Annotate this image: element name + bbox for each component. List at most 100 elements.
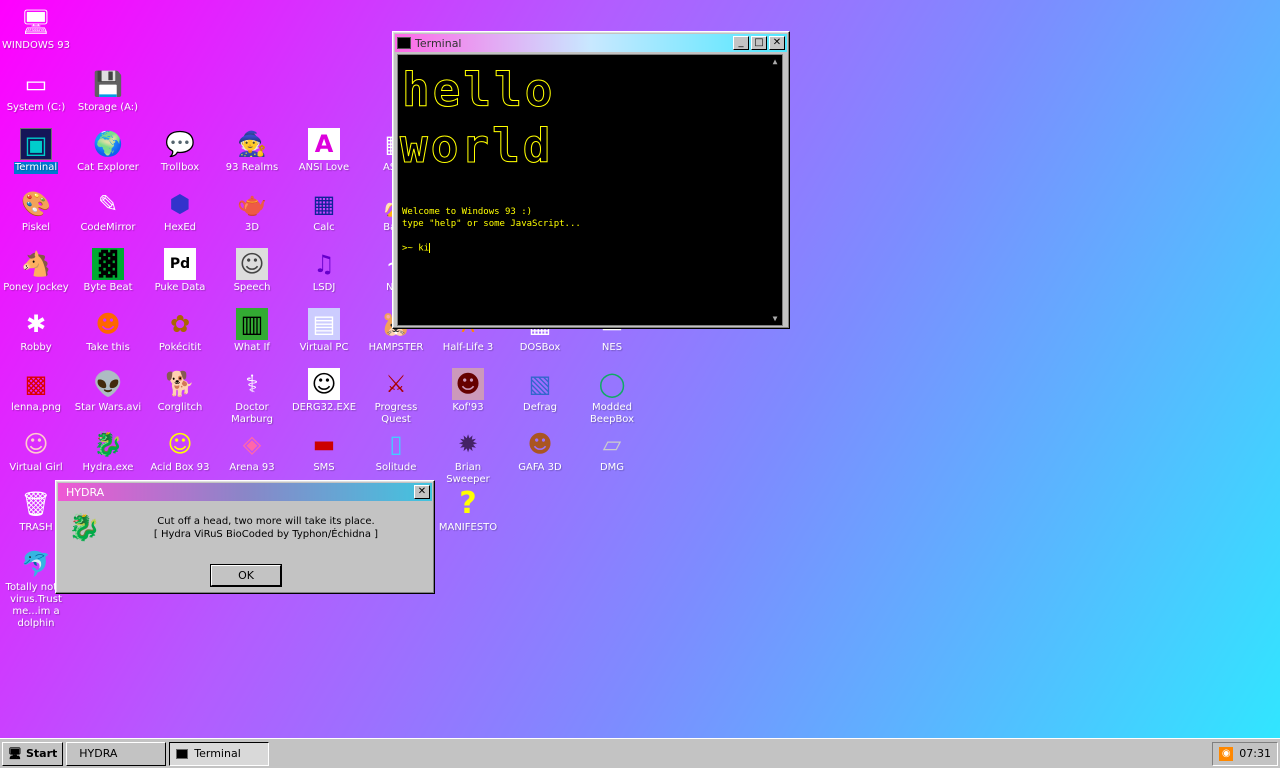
desktop-icon-acid-box[interactable]: ☺ Acid Box 93 (144, 422, 216, 482)
desktop-icon-progress-quest[interactable]: ⚔ Progress Quest (360, 362, 432, 425)
hydra-message-line1: Cut off a head, two more will take its p… (157, 516, 375, 527)
desktop-icon-hydra[interactable]: 🐉 Hydra.exe (72, 422, 144, 482)
desktop-icon-cat-explorer[interactable]: 🌍 Cat Explorer (72, 122, 144, 182)
desktop-icon-manifesto[interactable]: ? MANIFESTO (432, 482, 504, 542)
scroll-up-arrow-icon[interactable]: ▲ (768, 57, 782, 66)
desktop-icon-calc[interactable]: ▦ Calc (288, 182, 360, 242)
desktop-icon-puke-data[interactable]: Pd Puke Data (144, 242, 216, 302)
face-icon: ☺ (23, 430, 49, 458)
desktop-icon-poney-jockey[interactable]: 🐴 Poney Jockey (0, 242, 72, 302)
close-button[interactable]: ✕ (769, 36, 785, 50)
close-button[interactable]: ✕ (414, 485, 430, 499)
scroll-down-arrow-icon[interactable]: ▼ (768, 314, 782, 323)
clock: 07:31 (1239, 747, 1271, 760)
start-button[interactable]: 🖥 Start (2, 741, 64, 766)
desktop-icon-what-if[interactable]: ▥ What If (216, 302, 288, 362)
soldier-face-icon: ☻ (527, 430, 553, 458)
ok-button[interactable]: OK (211, 565, 281, 586)
desktop-icon-dmg[interactable]: ▱ DMG (576, 422, 648, 482)
desktop-icon-windows93[interactable]: 🖥 WINDOWS 93 (0, 0, 72, 60)
desktop-icon-solitude[interactable]: ▯ Solitude (360, 422, 432, 482)
desktop-icon-piskel[interactable]: 🎨 Piskel (0, 182, 72, 242)
windows93-logo-icon: 🖥 (8, 747, 22, 760)
hexagon-icon: ⬢ (169, 190, 191, 218)
desktop-icon-codemirror[interactable]: ✎ CodeMirror (72, 182, 144, 242)
taskbar-item-hydra[interactable]: HYDRA (66, 741, 167, 766)
terminal-scrollbar[interactable]: ▲ ▼ (768, 55, 782, 325)
smiley-icon: ☺ (167, 430, 193, 458)
calculator-icon: ▦ (312, 190, 336, 218)
mine-icon: ✹ (457, 430, 479, 458)
letter-a-icon: A (308, 128, 340, 160)
terminal-window[interactable]: Terminal _ □ ✕ hello world Welcome to Wi… (392, 31, 790, 329)
quill-icon: ✎ (97, 190, 119, 218)
dolphin-icon: 🐬 (21, 550, 51, 578)
terminal-app-icon (176, 748, 189, 759)
desktop-icon-virtual-girl[interactable]: ☺ Virtual Girl (0, 422, 72, 482)
desktop-icon-gafa3d[interactable]: ☻ GAFA 3D (504, 422, 576, 482)
desktop-icon-pokecitit[interactable]: ✿ Pokécitit (144, 302, 216, 362)
desktop-icon-trollbox[interactable]: 💬 Trollbox (144, 122, 216, 182)
defrag-icon: ▧ (528, 370, 552, 398)
disk-image-icon: ▱ (602, 430, 622, 458)
pony-icon: 🐴 (21, 250, 51, 278)
minimize-button[interactable]: _ (733, 36, 749, 50)
desktop-icon-lsdj[interactable]: ♫ LSDJ (288, 242, 360, 302)
window-icon: ▤ (308, 308, 340, 340)
hydra-dialog[interactable]: HYDRA ✕ 🐉 Cut off a head, two more will … (55, 480, 435, 594)
desktop-icon-star-wars[interactable]: 👽 Star Wars.avi (72, 362, 144, 422)
desktop-icon-ansi-love[interactable]: A ANSI Love (288, 122, 360, 182)
globe-icon: 🌍 (93, 130, 123, 158)
desktop-icon-system-c[interactable]: ▭ System (C:) (0, 62, 72, 122)
chat-bubble-icon: 💬 (165, 130, 195, 158)
taskbar: 🖥 Start HYDRA Terminal ◉ 07:31 (0, 738, 1280, 768)
terminal-prompt-line[interactable]: >~ ki (402, 243, 431, 254)
desktop-icon-storage-a[interactable]: 💾 Storage (A:) (72, 62, 144, 122)
dragon-icon: 🐉 (68, 513, 101, 543)
waveform-icon: ▓ (92, 248, 124, 280)
desktop-icon-derg32[interactable]: ☺ DERG32.EXE (288, 362, 360, 422)
computer-icon: 🖥 (20, 8, 52, 36)
terminal-titlebar[interactable]: Terminal _ □ ✕ (395, 34, 787, 52)
system-tray: ◉ 07:31 (1212, 741, 1278, 766)
grid-icon: ▥ (236, 308, 268, 340)
rss-icon[interactable]: ◉ (1219, 746, 1234, 761)
desktop-icon-take-this[interactable]: ☻ Take this (72, 302, 144, 362)
desktop-icon-brian-sweeper[interactable]: ✹ Brian Sweeper (432, 422, 504, 485)
desktop-icon-byte-beat[interactable]: ▓ Byte Beat (72, 242, 144, 302)
terminal-icon: ▣ (20, 128, 52, 160)
maximize-button[interactable]: □ (751, 36, 767, 50)
terminal-title: Terminal (415, 36, 462, 50)
hydra-title: HYDRA (66, 485, 105, 499)
desktop-icon-virtual-pc[interactable]: ▤ Virtual PC (288, 302, 360, 362)
hydra-message: Cut off a head, two more will take its p… (116, 515, 416, 541)
desktop-icon-corglitch[interactable]: 🐕 Corglitch (144, 362, 216, 422)
desktop-icon-defrag[interactable]: ▧ Defrag (504, 362, 576, 422)
taskbar-item-label: HYDRA (79, 747, 118, 760)
wizard-icon: 🧙 (237, 130, 267, 158)
alien-icon: 👽 (93, 370, 123, 398)
desktop-icon-93-realms[interactable]: 🧙 93 Realms (216, 122, 288, 182)
desktop-icon-arena93[interactable]: ◈Arena 93 multiplayer (216, 422, 288, 482)
desktop-icon-speech[interactable]: ☺ Speech (216, 242, 288, 302)
desktop-icon-doctor-marburg[interactable]: ⚕ Doctor Marburg (216, 362, 288, 425)
palette-icon: 🎨 (21, 190, 51, 218)
desktop-icon-robby[interactable]: ✱ Robby (0, 302, 72, 362)
taskbar-item-terminal[interactable]: Terminal (169, 741, 270, 766)
terminal-hint-text: type "help" or some JavaScript... (402, 219, 581, 229)
desktop-icon-lenna[interactable]: ▩ lenna.png (0, 362, 72, 422)
image-file-icon: ▩ (24, 370, 48, 398)
creature-icon: ✿ (169, 310, 191, 338)
desktop-icon-modded-beepbox[interactable]: ◯ Modded BeepBox (576, 362, 648, 425)
speech-face-icon: ☺ (236, 248, 268, 280)
hydra-titlebar[interactable]: HYDRA ✕ (58, 483, 432, 501)
ascii-art-hello: hello (401, 63, 556, 118)
terminal-welcome-text: Welcome to Windows 93 :) (402, 207, 533, 217)
doctor-icon: ⚕ (245, 370, 259, 398)
desktop-icon-terminal[interactable]: ▣ Terminal (0, 122, 72, 182)
terminal-screen[interactable]: hello world Welcome to Windows 93 :) typ… (397, 54, 783, 326)
desktop-icon-hexed[interactable]: ⬢ HexEd (144, 182, 216, 242)
desktop-icon-kof93[interactable]: ☻ Kof'93 (432, 362, 504, 422)
desktop-icon-sms[interactable]: ▬ SMS (288, 422, 360, 482)
desktop-icon-3d[interactable]: 🫖 3D (216, 182, 288, 242)
